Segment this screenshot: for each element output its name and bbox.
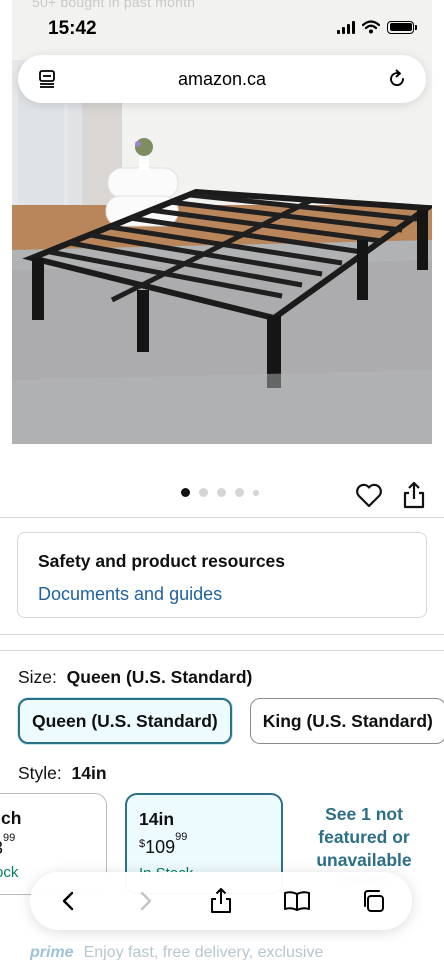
not-featured-text[interactable]: See 1 not featured or unavailable: [304, 803, 424, 872]
bought-count-text: 50+ bought in past month: [32, 0, 196, 10]
size-option-king[interactable]: King (U.S. Standard): [249, 698, 444, 744]
documents-link[interactable]: Documents and guides: [38, 584, 406, 605]
address-bar[interactable]: amazon.ca: [18, 55, 426, 103]
share-button[interactable]: [202, 882, 240, 920]
price-cents: 99: [175, 831, 188, 843]
price-cents: 99: [3, 832, 16, 844]
tabs-overview-icon: [364, 890, 384, 912]
clock: 15:42: [48, 18, 97, 39]
chevron-left-icon: [62, 891, 74, 911]
stock-status: ock: [0, 864, 19, 881]
carousel-dots[interactable]: [181, 488, 259, 497]
status-icons: [337, 20, 417, 34]
style-label: Style: 14in: [18, 763, 107, 784]
book-icon: [284, 891, 310, 911]
safety-title: Safety and product resources: [38, 551, 286, 571]
cellular-signal-icon: [337, 20, 355, 34]
size-selected-value: Queen (U.S. Standard): [66, 667, 253, 687]
style-card-price: 399: [0, 832, 15, 859]
carousel-dot[interactable]: [199, 488, 208, 497]
tabs-button[interactable]: [354, 882, 392, 920]
forward-button[interactable]: [126, 882, 164, 920]
section-divider: [0, 650, 444, 651]
size-option-queen[interactable]: Queen (U.S. Standard): [18, 698, 232, 744]
url-text[interactable]: amazon.ca: [178, 69, 266, 90]
status-bar: 50+ bought in past month 15:42: [0, 0, 444, 50]
wifi-icon: [362, 20, 380, 34]
section-divider: [0, 634, 444, 635]
size-label: Size: Queen (U.S. Standard): [18, 667, 252, 688]
prime-banner[interactable]: prime Enjoy fast, free delivery, exclusiv…: [30, 944, 323, 960]
carousel-dot[interactable]: [253, 489, 259, 496]
reload-icon[interactable]: [384, 66, 410, 92]
style-card-price: $10999: [139, 831, 187, 858]
style-card-name: ch: [1, 808, 22, 828]
section-divider: [0, 517, 444, 518]
style-card-name: 14in: [139, 809, 175, 829]
gallery-controls: [0, 474, 444, 514]
carousel-dot[interactable]: [235, 488, 244, 497]
style-selected-value: 14in: [71, 763, 107, 783]
battery-icon: [387, 20, 417, 34]
tabs-icon[interactable]: [34, 66, 60, 92]
bookmarks-button[interactable]: [278, 882, 316, 920]
carousel-dot[interactable]: [181, 488, 190, 497]
browser-toolbar: [30, 872, 412, 930]
carousel-dot[interactable]: [217, 488, 226, 497]
price-currency: $: [139, 838, 146, 850]
back-button[interactable]: [50, 882, 88, 920]
safety-resources-card[interactable]: Safety and product resources Documents a…: [17, 532, 427, 618]
wishlist-heart-icon[interactable]: [354, 480, 384, 510]
prime-banner-text: Enjoy fast, free delivery, exclusive: [83, 944, 324, 960]
chevron-right-icon: [140, 891, 152, 911]
size-label-key: Size:: [18, 667, 57, 687]
price-main: 109: [145, 837, 176, 857]
style-label-key: Style:: [18, 763, 62, 783]
prime-logo-text: prime: [30, 944, 74, 960]
size-options: Queen (U.S. Standard) King (U.S. Standar…: [18, 698, 444, 744]
share-icon[interactable]: [401, 480, 427, 510]
share-icon: [211, 888, 231, 913]
